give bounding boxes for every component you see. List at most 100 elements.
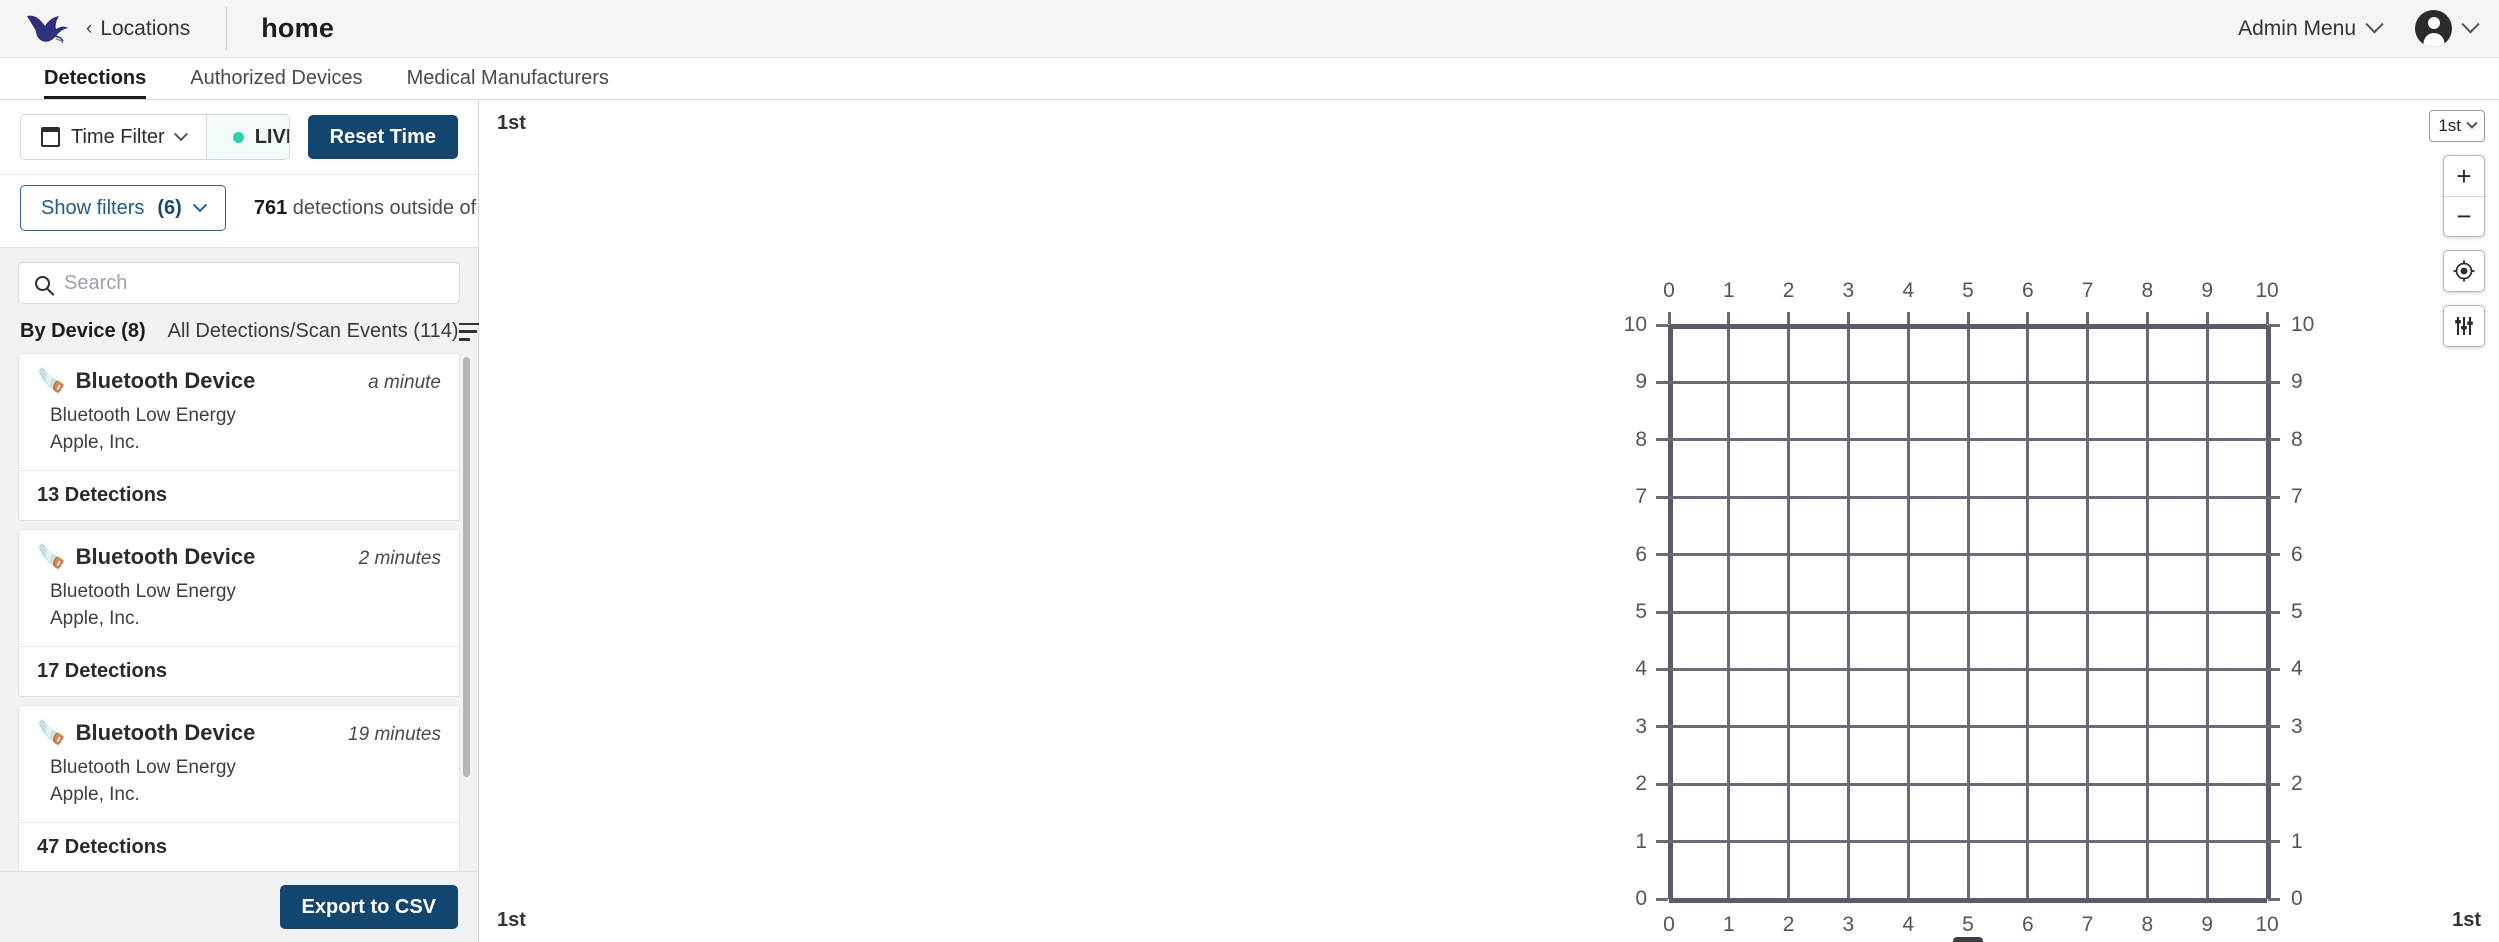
search-box[interactable] [18, 262, 460, 304]
y-tick-mark-left [1656, 610, 1668, 614]
tab-all-detections[interactable]: All Detections/Scan Events (114) [168, 320, 459, 343]
list-item[interactable]: 🪚 Bluetooth Device a minute Bluetooth Lo… [18, 353, 460, 521]
device-header: 🪚 Bluetooth Device 2 minutes [19, 530, 459, 576]
device-list[interactable]: 🪚 Bluetooth Device a minute Bluetooth Lo… [0, 353, 478, 871]
main-tabs: Detections Authorized Devices Medical Ma… [0, 58, 2499, 100]
x-tick-label-top: 2 [1782, 279, 1795, 302]
y-tick-mark-right [2268, 553, 2280, 557]
crosshair-target-icon[interactable] [2443, 250, 2485, 292]
device-vendor: Apple, Inc. [50, 784, 140, 805]
x-tick-mark [1846, 312, 1850, 324]
time-filter-group: Time Filter LIVE [20, 114, 290, 160]
y-tick-label-right: 0 [2291, 887, 2303, 910]
chevron-down-icon [173, 127, 188, 142]
y-tick-label-left: 8 [1635, 427, 1647, 451]
floor-selector-value: 1st [2438, 116, 2461, 135]
time-filter-label: Time Filter [71, 125, 165, 148]
y-tick-mark-left [1656, 438, 1668, 442]
device-name: Bluetooth Device [75, 720, 256, 745]
sliders-icon[interactable] [2443, 305, 2485, 347]
list-item[interactable]: 🪚 Bluetooth Device 19 minutes Bluetooth … [18, 705, 460, 871]
x-tick-label-top: 1 [1722, 279, 1735, 302]
x-tick-label-bottom: 9 [2201, 913, 2214, 936]
x-tick-label-bottom: 3 [1842, 913, 1855, 936]
chevron-down-icon [2365, 15, 2384, 34]
chevron-down-icon [2461, 15, 2480, 34]
search-section [0, 248, 478, 314]
x-tick-mark [1787, 312, 1791, 324]
tab-label: Medical Manufacturers [406, 67, 609, 89]
zoom-out-button[interactable]: − [2444, 196, 2484, 236]
y-tick-label-right: 2 [2291, 772, 2303, 796]
floor-map[interactable]: 1st 1st 1st 1st + − 0 0 1 1 2 2 3 3 4 4 … [479, 100, 2499, 942]
grid-line-horizontal [1669, 782, 2267, 786]
admin-menu-button[interactable]: Admin Menu [2238, 15, 2384, 41]
y-tick-label-right: 4 [2291, 657, 2303, 681]
device-detections-count: 17 Detections [19, 646, 459, 696]
chevron-down-icon [2466, 117, 2478, 129]
tab-detections[interactable]: Detections [22, 58, 168, 99]
filters-toolbar: Show filters (6) 761 detections outside … [0, 175, 530, 248]
device-time: 2 minutes [358, 548, 441, 569]
main-content: Time Filter LIVE Reset Time Show filters… [0, 100, 2499, 942]
bluetooth-icon: 🪚 [37, 719, 66, 745]
scanner-sensor-pin-icon[interactable] [1953, 937, 1983, 942]
y-tick-mark-right [2268, 323, 2280, 327]
show-filters-button[interactable]: Show filters (6) [20, 185, 226, 231]
tab-authorized-devices[interactable]: Authorized Devices [168, 58, 384, 99]
time-toolbar: Time Filter LIVE Reset Time [0, 100, 478, 175]
time-filter-button[interactable]: Time Filter [21, 115, 206, 159]
back-to-locations-link[interactable]: ‹ Locations [86, 17, 190, 41]
y-tick-label-right: 5 [2291, 600, 2303, 623]
list-scrollbar[interactable] [463, 357, 470, 777]
tab-medical-manufacturers[interactable]: Medical Manufacturers [385, 58, 631, 99]
live-toggle[interactable]: LIVE [205, 115, 289, 159]
y-tick-mark-left [1656, 380, 1668, 384]
bat-logo-icon[interactable] [24, 9, 70, 49]
reset-time-button[interactable]: Reset Time [307, 115, 458, 159]
floor-selector[interactable]: 1st [2429, 110, 2485, 142]
y-tick-label-left: 1 [1635, 829, 1647, 853]
x-tick-label-top: 7 [2081, 279, 2094, 302]
device-time: 19 minutes [348, 724, 441, 745]
chevron-down-icon [192, 198, 207, 213]
y-tick-label-right: 6 [2291, 542, 2303, 566]
y-tick-label-right: 10 [2291, 313, 2315, 336]
x-tick-mark [2145, 312, 2149, 324]
app-root: ‹ Locations home Admin Menu Detections A… [0, 0, 2499, 942]
coordinate-grid: 0 0 1 1 2 2 3 3 4 4 5 5 6 6 7 7 8 8 9 9 10 10 10 10 9 9 8 8 7 7 6 6 5 5 4 4… [1624, 279, 2314, 942]
y-tick-label-right: 3 [2291, 714, 2303, 738]
grid-line-horizontal [1669, 553, 2267, 557]
zoom-in-button[interactable]: + [2444, 156, 2484, 196]
x-tick-label-top: 3 [1842, 279, 1855, 302]
y-tick-label-left: 3 [1635, 714, 1647, 738]
y-tick-label-right: 7 [2291, 485, 2303, 509]
floor-tag-bottom-right: 1st [2452, 909, 2481, 931]
device-header: 🪚 Bluetooth Device a minute [19, 354, 459, 400]
grid-line-horizontal [1669, 840, 2267, 844]
x-tick-label-bottom: 1 [1722, 913, 1735, 936]
list-item[interactable]: 🪚 Bluetooth Device 2 minutes Bluetooth L… [18, 529, 460, 697]
search-input[interactable] [64, 271, 443, 295]
device-protocol: Bluetooth Low Energy [50, 757, 236, 778]
x-tick-label-top: 9 [2201, 279, 2214, 302]
y-tick-mark-left [1656, 897, 1668, 901]
device-vendor: Apple, Inc. [50, 432, 140, 453]
x-tick-label-top: 6 [2021, 279, 2034, 302]
y-tick-label-right: 9 [2291, 370, 2303, 394]
x-tick-label-top: 10 [2255, 279, 2279, 302]
x-tick-mark [2026, 312, 2030, 324]
export-to-csv-button[interactable]: Export to CSV [279, 885, 458, 929]
calendar-icon [40, 127, 61, 147]
grid-line-horizontal [1669, 725, 2267, 729]
list-view-tabs: By Device (8) All Detections/Scan Events… [0, 314, 485, 353]
x-tick-label-bottom: 4 [1902, 913, 1915, 936]
x-tick-mark [1906, 312, 1910, 324]
tab-label: Detections [44, 67, 147, 89]
grid-line-horizontal [1669, 897, 2267, 903]
tab-by-device[interactable]: By Device (8) [20, 320, 146, 343]
x-tick-label-top: 5 [1962, 279, 1974, 302]
user-account-button[interactable] [2415, 10, 2480, 47]
live-label: LIVE [254, 125, 289, 148]
top-header: ‹ Locations home Admin Menu [0, 0, 2499, 58]
